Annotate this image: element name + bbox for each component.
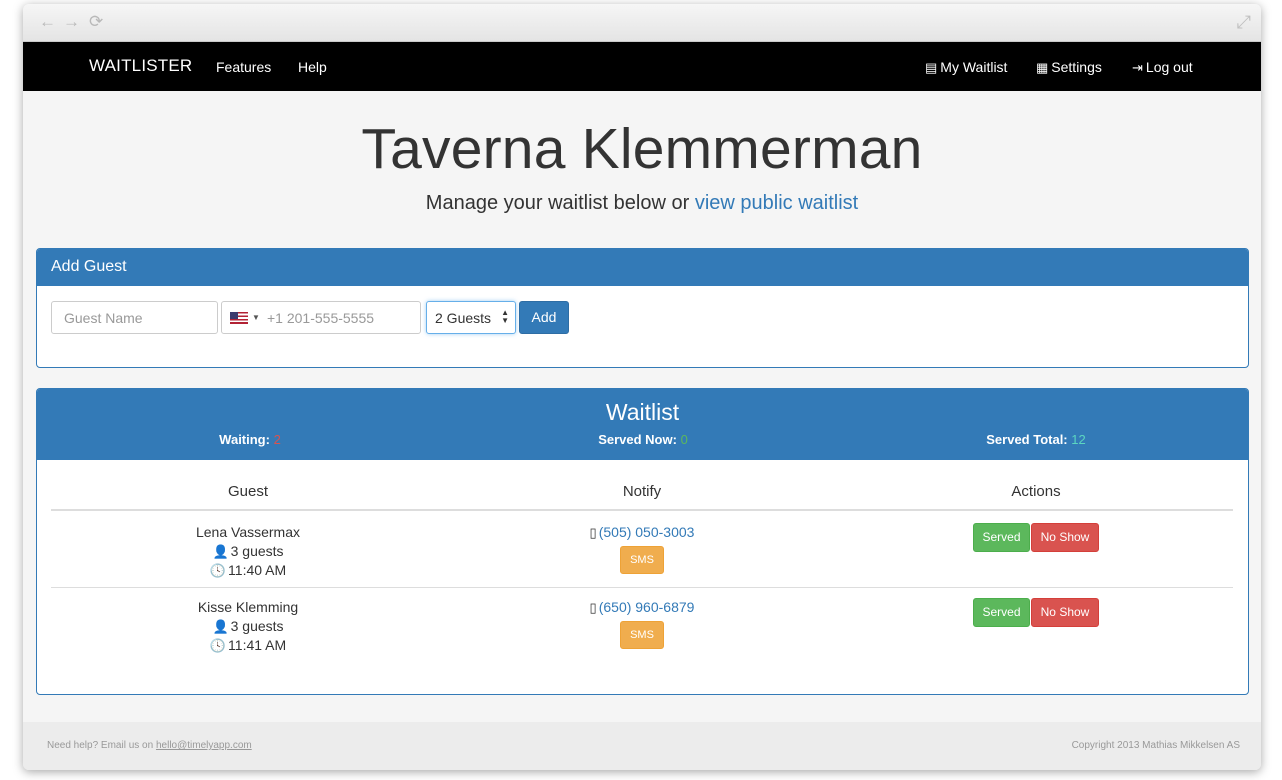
served-total-value: 12 xyxy=(1071,432,1086,447)
served-now-stat: Served Now: 0 xyxy=(443,432,843,447)
waitlist-title: Waitlist xyxy=(605,399,680,425)
select-arrows-icon: ▲ ▼ xyxy=(501,308,509,325)
mobile-phone-icon: ▯ xyxy=(589,525,597,540)
brand-logo[interactable]: WAITLISTER xyxy=(89,56,192,76)
back-arrow-icon[interactable]: ← xyxy=(39,13,56,31)
subtitle-text: Manage your waitlist below or xyxy=(425,192,695,214)
served-button[interactable]: Served xyxy=(973,598,1030,627)
public-waitlist-link[interactable]: view public waitlist xyxy=(695,192,858,214)
table-header: Guest Notify Actions xyxy=(51,483,1233,511)
list-icon: ▤ xyxy=(925,60,938,75)
actions-cell: Served No Show xyxy=(839,523,1233,552)
phone-link[interactable]: (505) 050-3003 xyxy=(599,524,695,540)
waiting-label: Waiting: xyxy=(219,432,270,447)
guest-count: 👤 3 guests xyxy=(212,543,284,559)
nav-logout-link[interactable]: ⇥ Log out xyxy=(1132,59,1193,76)
no-show-button[interactable]: No Show xyxy=(1031,598,1099,627)
served-now-label: Served Now: xyxy=(598,432,677,447)
nav-my-waitlist-link[interactable]: ▤ My Waitlist xyxy=(925,59,1007,76)
column-notify: Notify xyxy=(622,483,662,500)
footer: Need help? Email us on hello@timelyapp.c… xyxy=(23,722,1261,770)
guest-name: Lena Vassermax xyxy=(195,524,300,540)
nav-settings-label: Settings xyxy=(1051,59,1102,75)
expand-icon[interactable]: ⤢ xyxy=(1237,12,1251,33)
table-row: Lena Vassermax 👤 3 guests 🕓 11:40 AM ▯ (505… xyxy=(51,513,1233,588)
clock-icon: 🕓 xyxy=(209,638,227,653)
footer-copyright: Copyright 2013 Mathias Mikkelsen AS xyxy=(1071,740,1240,751)
phone-placeholder: +1 201-555-5555 xyxy=(267,310,375,326)
footer-help-text: Need help? Email us on xyxy=(47,740,156,751)
phone-input[interactable]: ▼ +1 201-555-5555 xyxy=(221,301,421,334)
nav-features-link[interactable]: Features xyxy=(216,59,271,75)
logout-icon: ⇥ xyxy=(1132,60,1143,75)
served-now-value: 0 xyxy=(680,432,688,447)
column-actions: Actions xyxy=(1011,483,1061,500)
guest-name-input[interactable]: Guest Name xyxy=(51,301,218,334)
served-total-stat: Served Total: 12 xyxy=(836,432,1236,447)
grid-icon: ▦ xyxy=(1036,60,1049,75)
table-row: Kisse Klemming 👤 3 guests 🕓 11:41 AM ▯ (650… xyxy=(51,588,1233,663)
clock-icon: 🕓 xyxy=(209,563,227,578)
served-total-label: Served Total: xyxy=(986,432,1068,447)
user-icon: 👤 xyxy=(212,619,229,634)
sms-button[interactable]: SMS xyxy=(620,546,664,574)
add-guest-button[interactable]: Add xyxy=(519,301,569,334)
guest-time: 🕓 11:41 AM xyxy=(209,637,287,653)
guest-name: Kisse Klemming xyxy=(197,599,299,615)
waitlist-heading: Waitlist Waiting: 2 Served Now: 0 Served… xyxy=(37,389,1248,460)
guest-time: 🕓 11:40 AM xyxy=(209,562,287,578)
guest-cell: Lena Vassermax 👤 3 guests 🕓 11:40 AM xyxy=(51,523,445,580)
add-guest-heading: Add Guest xyxy=(37,249,1248,286)
waitlist-panel: Waitlist Waiting: 2 Served Now: 0 Served… xyxy=(36,388,1249,695)
user-icon: 👤 xyxy=(212,544,229,559)
column-guest: Guest xyxy=(227,483,269,500)
notify-cell: ▯ (505) 050-3003 SMS xyxy=(445,523,839,574)
party-size-select[interactable]: 2 Guests ▲ ▼ xyxy=(426,301,516,334)
page-title: Taverna Klemmerman xyxy=(361,117,923,181)
nav-logout-label: Log out xyxy=(1145,59,1193,75)
nav-my-waitlist-label: My Waitlist xyxy=(940,59,1008,75)
waiting-stat: Waiting: 2 xyxy=(50,432,450,447)
no-show-button[interactable]: No Show xyxy=(1031,523,1099,552)
add-guest-panel: Add Guest Guest Name ▼ +1 201-555-5555 2… xyxy=(36,248,1249,368)
footer-help: Need help? Email us on hello@timelyapp.c… xyxy=(47,740,252,751)
page-subtitle: Manage your waitlist below or view publi… xyxy=(23,192,1261,215)
mobile-phone-icon: ▯ xyxy=(589,600,597,615)
browser-toolbar: ← → ⟳ ⤢ xyxy=(23,4,1261,42)
browser-window: ← → ⟳ ⤢ WAITLISTER Features Help ▤ My Wai… xyxy=(23,4,1261,770)
actions-cell: Served No Show xyxy=(839,598,1233,627)
guest-count: 👤 3 guests xyxy=(212,618,284,634)
navbar: WAITLISTER Features Help ▤ My Waitlist ▦ S… xyxy=(23,42,1261,91)
forward-arrow-icon[interactable]: → xyxy=(63,13,80,31)
reload-icon[interactable]: ⟳ xyxy=(89,13,103,31)
caret-down-icon[interactable]: ▼ xyxy=(252,313,260,322)
served-button[interactable]: Served xyxy=(973,523,1030,552)
footer-email-link[interactable]: hello@timelyapp.com xyxy=(156,740,252,751)
nav-help-link[interactable]: Help xyxy=(298,59,327,75)
guest-cell: Kisse Klemming 👤 3 guests 🕓 11:41 AM xyxy=(51,598,445,655)
phone-link[interactable]: (650) 960-6879 xyxy=(599,599,695,615)
party-size-value: 2 Guests xyxy=(435,310,492,326)
us-flag-icon[interactable] xyxy=(230,312,248,324)
notify-cell: ▯ (650) 960-6879 SMS xyxy=(445,598,839,649)
sms-button[interactable]: SMS xyxy=(620,621,664,649)
nav-settings-link[interactable]: ▦ Settings xyxy=(1036,59,1102,76)
waiting-value: 2 xyxy=(273,432,281,447)
